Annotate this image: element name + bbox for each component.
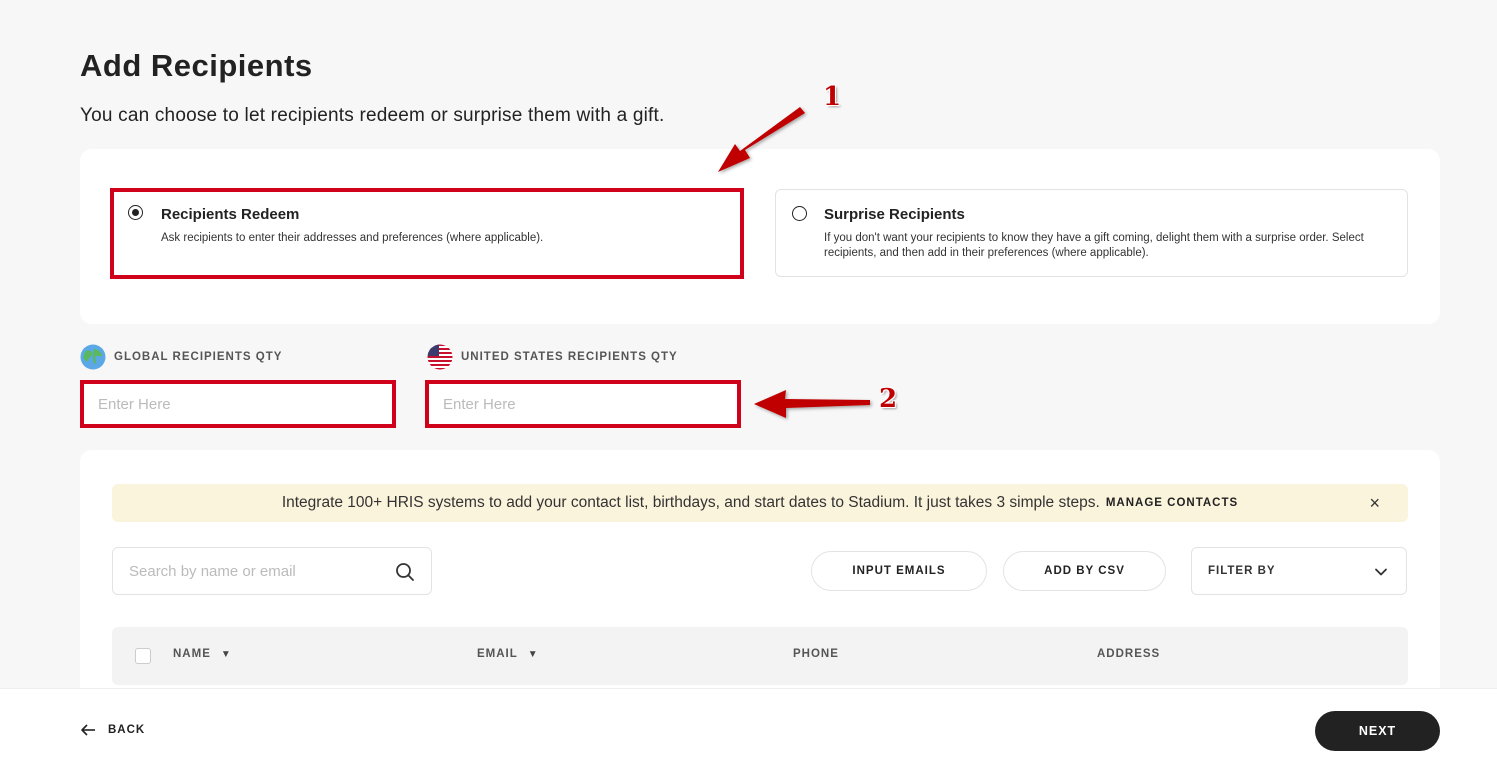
recipients-card: Integrate 100+ HRIS systems to add your …	[80, 450, 1440, 710]
page-title: Add Recipients	[80, 48, 313, 83]
global-qty-label-text: GLOBAL RECIPIENTS QTY	[114, 351, 283, 363]
us-qty-label-text: UNITED STATES RECIPIENTS QTY	[461, 351, 678, 363]
delivery-option-card: Recipients Redeem Ask recipients to ente…	[80, 149, 1440, 324]
us-qty-input[interactable]	[425, 380, 741, 428]
sort-down-icon[interactable]: ▼	[221, 649, 232, 660]
close-icon[interactable]: ×	[1369, 493, 1380, 514]
column-phone: PHONE	[793, 648, 839, 660]
option-title: Surprise Recipients	[824, 206, 965, 223]
option-recipients-redeem[interactable]: Recipients Redeem Ask recipients to ente…	[110, 188, 744, 279]
input-emails-button[interactable]: INPUT EMAILS	[811, 551, 987, 591]
filter-by-select[interactable]: FILTER BY	[1191, 547, 1407, 595]
globe-icon	[80, 344, 106, 370]
global-qty-input[interactable]	[80, 380, 396, 428]
global-qty-label: GLOBAL RECIPIENTS QTY	[80, 344, 282, 370]
option-title: Recipients Redeem	[161, 206, 300, 223]
annotation-arrow-2	[754, 390, 870, 418]
annotation-number-1: 1	[823, 82, 842, 112]
hris-banner: Integrate 100+ HRIS systems to add your …	[112, 484, 1408, 522]
column-email[interactable]: EMAIL ▼	[477, 648, 539, 660]
chevron-down-icon	[1374, 565, 1388, 579]
annotation-number-2: 2	[879, 384, 898, 414]
filter-by-label: FILTER BY	[1208, 565, 1276, 577]
select-all-checkbox[interactable]	[135, 648, 151, 664]
option-description: If you don't want your recipients to kno…	[824, 232, 1364, 259]
back-label: BACK	[108, 724, 146, 736]
sort-down-icon[interactable]: ▼	[528, 649, 539, 660]
search-box	[112, 547, 432, 595]
page-subtitle: You can choose to let recipients redeem …	[80, 105, 665, 126]
add-by-csv-button[interactable]: ADD BY CSV	[1003, 551, 1166, 591]
table-header: NAME ▼ EMAIL ▼ PHONE ADDRESS	[112, 627, 1408, 685]
footer-bar: BACK NEXT	[0, 688, 1497, 772]
us-flag-icon	[427, 344, 453, 370]
radio-recipients-redeem[interactable]	[128, 205, 143, 220]
manage-contacts-link[interactable]: MANAGE CONTACTS	[1106, 497, 1238, 509]
radio-surprise-recipients[interactable]	[792, 206, 807, 221]
arrow-left-icon	[80, 722, 96, 738]
back-button[interactable]: BACK	[80, 722, 145, 738]
option-description: Ask recipients to enter their addresses …	[161, 232, 544, 244]
column-name[interactable]: NAME ▼	[173, 648, 232, 660]
column-address: ADDRESS	[1097, 648, 1161, 660]
search-icon[interactable]	[395, 562, 415, 582]
next-button[interactable]: NEXT	[1315, 711, 1440, 751]
us-qty-label: UNITED STATES RECIPIENTS QTY	[427, 344, 678, 370]
option-surprise-recipients[interactable]: Surprise Recipients If you don't want yo…	[775, 189, 1408, 277]
search-input[interactable]	[113, 548, 383, 594]
banner-text: Integrate 100+ HRIS systems to add your …	[281, 494, 1100, 511]
